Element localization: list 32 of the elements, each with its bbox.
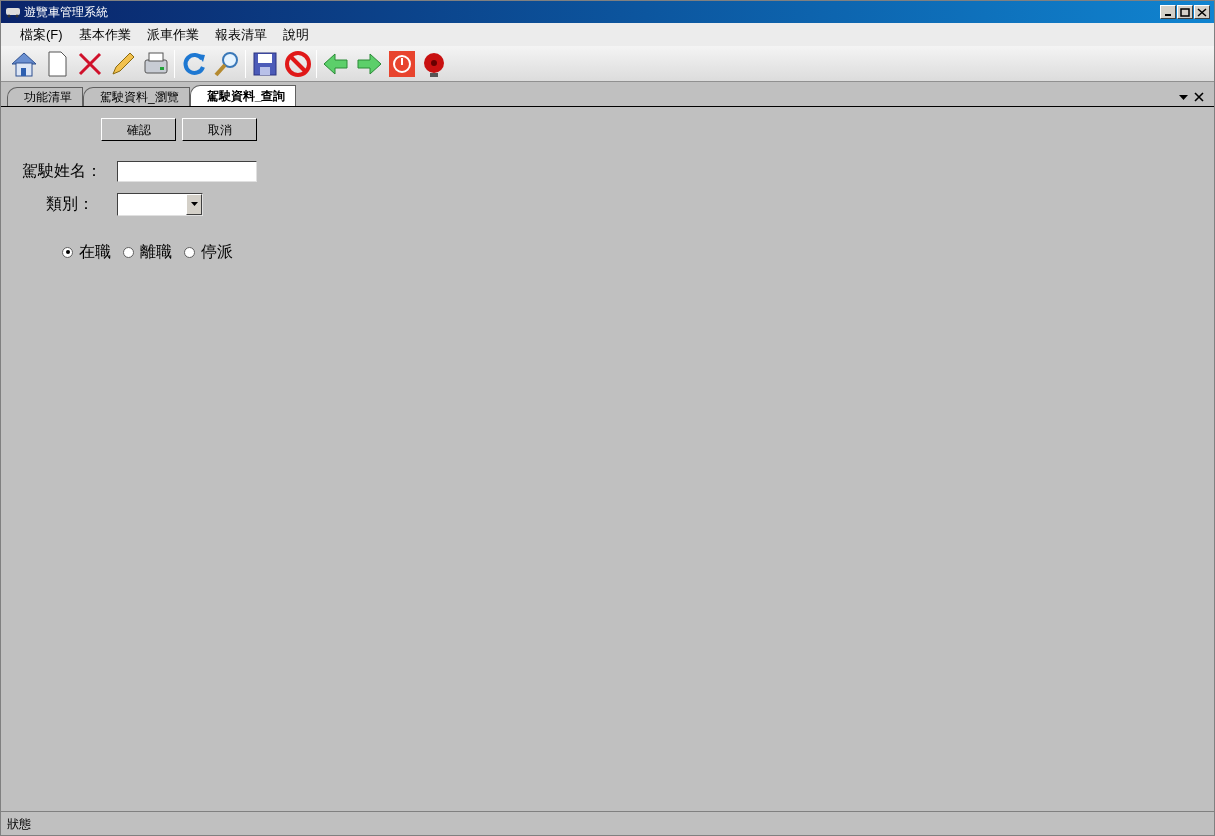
close-icon[interactable]: [1194, 92, 1204, 102]
dialog-button[interactable]: 確認: [101, 118, 176, 141]
caret-icon: [190, 202, 198, 206]
close-button[interactable]: [1194, 5, 1210, 19]
minimize-button[interactable]: [1160, 5, 1176, 19]
dialog-button[interactable]: 取消: [182, 118, 257, 141]
dropdown-caret-icon[interactable]: [1179, 94, 1188, 100]
tab[interactable]: 駕駛資料_瀏覽: [83, 87, 190, 106]
tab[interactable]: 功能清單: [7, 87, 83, 106]
input-field[interactable]: [117, 160, 257, 182]
dropdown-field[interactable]: [117, 192, 203, 216]
radio-option[interactable]: 離職: [123, 240, 172, 264]
maximize-button[interactable]: [1177, 5, 1193, 19]
menu-item[interactable]: 檔案(F): [13, 24, 70, 45]
maximize-icon: [1180, 7, 1190, 17]
tab[interactable]: 駕駛資料_查詢: [189, 85, 297, 106]
radio-button[interactable]: [184, 246, 195, 258]
radio-button[interactable]: [62, 246, 73, 258]
radio-button[interactable]: [123, 246, 134, 258]
radio-option[interactable]: 在職: [62, 240, 111, 264]
status-text: 狀態: [7, 815, 31, 833]
menu-item[interactable]: 說明: [275, 24, 316, 45]
menu-item[interactable]: 基本作業: [71, 24, 138, 45]
menu-item[interactable]: 派車作業: [139, 24, 206, 45]
field-label: 類別：: [45, 194, 95, 214]
menu-item[interactable]: 報表清單: [207, 24, 274, 45]
radio-option[interactable]: 停派: [184, 240, 233, 264]
window-title: 遊覽車管理系統: [24, 4, 108, 21]
minimize-icon: [1165, 14, 1171, 16]
field-label: 駕駛姓名：: [21, 161, 102, 181]
bus-icon: [5, 6, 21, 18]
close-icon: [1197, 7, 1207, 17]
